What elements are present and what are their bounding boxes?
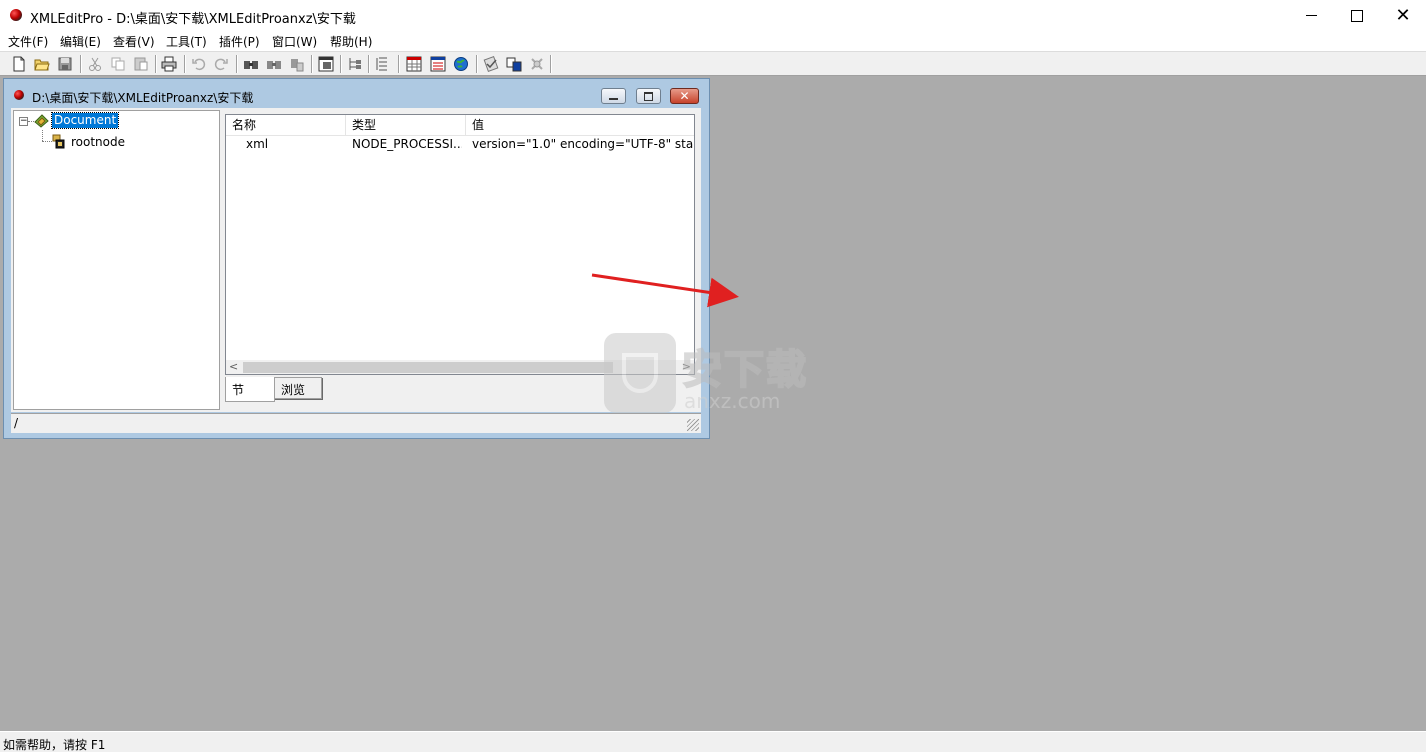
globe-icon[interactable] <box>452 55 470 73</box>
menu-view[interactable]: 查看(V) <box>113 33 155 50</box>
document-node-icon <box>34 114 49 128</box>
tree-view-icon[interactable] <box>346 55 364 73</box>
list-view-icon[interactable] <box>373 55 391 73</box>
restore-icon <box>644 91 653 101</box>
document-minimize-button[interactable] <box>601 88 626 104</box>
tree-item-document[interactable]: Document <box>50 112 120 129</box>
table-view-icon[interactable] <box>429 55 447 73</box>
toolbar-separator <box>236 55 238 73</box>
menu-tools[interactable]: 工具(T) <box>166 33 207 50</box>
toolbar-separator <box>476 55 478 73</box>
window-title: XMLEditPro - D:\桌面\安下载\XMLEditProanxz\安下… <box>30 12 356 27</box>
list-header: 名称 类型 值 <box>226 115 694 136</box>
watermark-text: 安下载 <box>681 346 808 394</box>
redo-icon[interactable] <box>212 55 230 73</box>
scrollbar-thumb[interactable] <box>243 362 613 373</box>
column-header-value[interactable]: 值 <box>466 115 694 135</box>
root-node-icon <box>52 134 65 149</box>
watermark-domain: anxz.com <box>684 389 781 413</box>
menu-edit[interactable]: 编辑(E) <box>60 33 101 50</box>
maximize-icon <box>1351 9 1363 22</box>
document-body: − Document rootnode 名称 类型 值 xml NODE_PRO… <box>11 108 701 412</box>
document-icon <box>14 90 24 100</box>
document-title-bar[interactable]: D:\桌面\安下载\XMLEditProanxz\安下载 ✕ <box>4 79 709 109</box>
resize-grip-icon[interactable] <box>687 419 699 431</box>
document-restore-button[interactable] <box>636 88 661 104</box>
status-text: 如需帮助，请按 F1 <box>3 738 106 752</box>
cut-icon[interactable] <box>86 55 104 73</box>
toolbar-separator <box>184 55 186 73</box>
minimize-icon <box>609 97 618 100</box>
tree-connector <box>42 141 52 142</box>
toolbar-separator <box>155 55 157 73</box>
validate-icon[interactable] <box>482 55 500 73</box>
tree-connector <box>42 130 43 141</box>
replace-icon[interactable] <box>288 55 306 73</box>
copy-icon[interactable] <box>109 55 127 73</box>
plugin-icon[interactable] <box>528 55 546 73</box>
close-icon: ✕ <box>679 89 690 103</box>
find-icon[interactable] <box>242 55 260 73</box>
open-folder-icon[interactable] <box>33 55 51 73</box>
properties-icon[interactable] <box>317 55 335 73</box>
toolbar-separator <box>368 55 370 73</box>
tab-section[interactable]: 节 <box>225 377 275 402</box>
menu-help[interactable]: 帮助(H) <box>330 33 372 50</box>
find-next-icon[interactable] <box>265 55 283 73</box>
toolbar <box>0 51 1426 76</box>
watermark: 安下载 anxz.com <box>604 333 822 415</box>
close-icon: ✕ <box>1395 4 1411 26</box>
toolbar-separator <box>80 55 82 73</box>
node-path: / <box>14 416 19 430</box>
menu-plugins[interactable]: 插件(P) <box>219 33 260 50</box>
app-icon <box>10 9 22 21</box>
document-status-bar: / <box>11 413 701 433</box>
minimize-button[interactable] <box>1288 0 1334 31</box>
tree-collapse-toggle[interactable]: − <box>19 117 28 126</box>
paste-icon[interactable] <box>132 55 150 73</box>
column-header-type[interactable]: 类型 <box>346 115 466 135</box>
watermark-shield-icon <box>604 333 676 413</box>
cell-type: NODE_PROCESSI... <box>352 137 462 151</box>
save-icon[interactable] <box>56 55 74 73</box>
toolbar-separator <box>340 55 342 73</box>
toolbar-separator <box>398 55 400 73</box>
status-bar: 如需帮助，请按 F1 <box>0 731 1426 752</box>
toolbar-separator <box>311 55 313 73</box>
print-icon[interactable] <box>160 55 178 73</box>
scroll-left-icon[interactable]: < <box>229 360 238 373</box>
new-file-icon[interactable] <box>10 55 28 73</box>
node-tree[interactable]: − Document rootnode <box>13 110 220 410</box>
menu-file[interactable]: 文件(F) <box>8 33 48 50</box>
document-close-button[interactable]: ✕ <box>670 88 699 104</box>
grid-view-icon[interactable] <box>405 55 423 73</box>
minimize-icon <box>1305 15 1317 16</box>
cell-name: xml <box>246 137 269 151</box>
maximize-button[interactable] <box>1334 0 1380 31</box>
transform-icon[interactable] <box>505 55 523 73</box>
title-bar[interactable]: XMLEditPro - D:\桌面\安下载\XMLEditProanxz\安下… <box>0 0 1426 31</box>
tree-item-rootnode[interactable]: rootnode <box>71 135 125 149</box>
column-header-name[interactable]: 名称 <box>226 115 346 135</box>
undo-icon[interactable] <box>190 55 208 73</box>
menu-window[interactable]: 窗口(W) <box>272 33 317 50</box>
menu-bar: 文件(F) 编辑(E) 查看(V) 工具(T) 插件(P) 窗口(W) 帮助(H… <box>0 31 1426 51</box>
toolbar-separator <box>550 55 552 73</box>
tab-browse[interactable]: 浏览 <box>274 377 322 399</box>
cell-value: version="1.0" encoding="UTF-8" standalon… <box>472 137 694 151</box>
close-button[interactable]: ✕ <box>1380 0 1426 31</box>
document-title: D:\桌面\安下载\XMLEditProanxz\安下载 <box>32 91 254 105</box>
